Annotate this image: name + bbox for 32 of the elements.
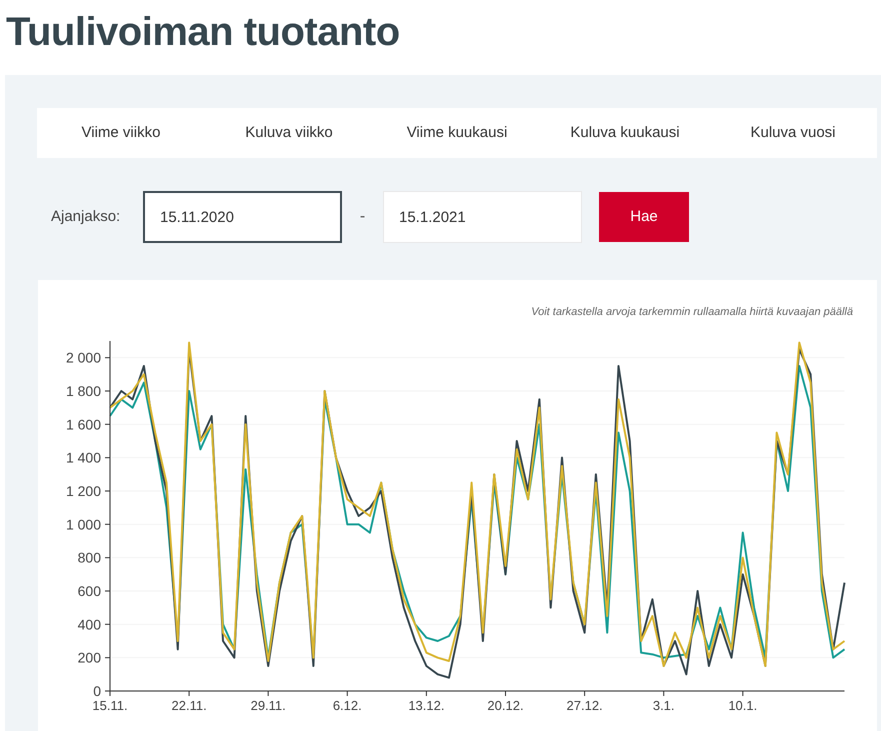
x-tick-label: 27.12. xyxy=(566,698,603,713)
period-tab[interactable]: Kuluva viikko xyxy=(205,108,373,158)
period-tab[interactable]: Viime viikko xyxy=(37,108,205,158)
period-tab[interactable]: Viime kuukausi xyxy=(373,108,541,158)
x-tick-label: 10.1. xyxy=(728,698,758,713)
x-tick-label: 29.11. xyxy=(250,698,286,713)
period-label: Ajanjakso: xyxy=(51,206,122,227)
x-tick-label: 15.11. xyxy=(92,698,128,713)
y-tick-label: 0 xyxy=(93,683,101,699)
chart-hint: Voit tarkastella arvoja tarkemmin rullaamalla hiirtä kuvaajan päällä xyxy=(530,305,854,320)
y-tick-label: 800 xyxy=(78,550,101,566)
y-tick-label: 200 xyxy=(78,650,101,666)
y-tick-label: 2 000 xyxy=(66,350,101,366)
y-tick-label: 1 200 xyxy=(66,483,101,499)
y-tick-label: 1 600 xyxy=(66,416,101,432)
x-tick-label: 3.1. xyxy=(652,698,675,713)
page-title: Tuulivoiman tuotanto xyxy=(5,9,401,56)
search-button[interactable]: Hae xyxy=(599,192,689,242)
y-tick-label: 1 000 xyxy=(66,516,101,532)
x-tick-label: 13.12. xyxy=(408,698,444,713)
x-tick-label: 6.12. xyxy=(332,698,362,713)
end-date-field[interactable]: 15.1.2021 xyxy=(383,191,582,243)
y-tick-label: 400 xyxy=(78,616,101,632)
start-date-field[interactable]: 15.11.2020 xyxy=(143,191,342,243)
y-tick-label: 1 400 xyxy=(66,450,101,466)
x-tick-label: 20.12. xyxy=(487,698,524,713)
y-tick-label: 600 xyxy=(78,583,101,599)
period-tab[interactable]: Kuluva kuukausi xyxy=(541,108,709,158)
date-separator: - xyxy=(358,207,366,227)
x-tick-label: 22.11. xyxy=(172,698,207,713)
period-tab[interactable]: Kuluva vuosi xyxy=(709,108,877,158)
y-tick-label: 1 800 xyxy=(66,383,101,399)
